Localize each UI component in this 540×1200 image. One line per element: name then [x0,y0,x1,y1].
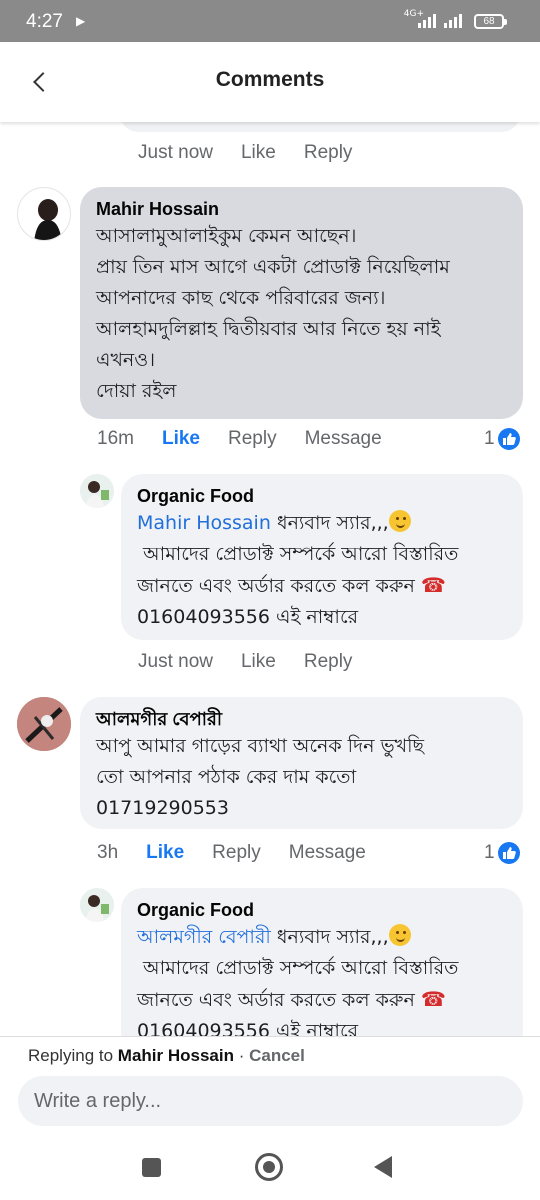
comment-author[interactable]: আলমগীর বেপারী [96,707,507,731]
comment-actions: 3h Like Reply Message [97,842,394,864]
page-title: Comments [215,68,325,91]
reply-button[interactable]: Reply [212,842,261,864]
comment-text: আলমগীর বেপারী ধন্যবাদ স্যার,,, আমাদের প্… [137,924,459,1036]
avatar[interactable] [80,888,114,922]
message-button[interactable]: Message [305,428,382,450]
message-button[interactable]: Message [289,842,366,864]
comment-time: Just now [138,651,213,672]
comment-time: 3h [97,842,119,863]
like-button[interactable]: Like [241,142,276,164]
smiling-hearts-emoji-icon [388,924,411,946]
telephone-icon: ☎ [420,573,446,597]
signal-icon [418,14,436,28]
mention-tag[interactable]: আলমগীর বেপারী [137,926,271,948]
comment-time: Just now [138,142,213,163]
status-bar: 4:27 ▶ 4G+ 68 [0,0,540,42]
home-icon[interactable] [255,1153,283,1181]
comment-text: আপু আমার গাড়ের ব্যাথা অনেক দিন ভুখছি তো… [96,735,425,819]
reply-bubble[interactable]: Organic Food Mahir Hossain ধন্যবাদ স্যার… [121,474,523,640]
reply-button[interactable]: Reply [228,428,277,450]
avatar[interactable] [17,697,71,751]
mention-tag[interactable]: Mahir Hossain [137,512,271,534]
comment-bubble[interactable]: আলমগীর বেপারী আপু আমার গাড়ের ব্যাথা অনে… [80,697,523,829]
signal-icon-2 [444,14,462,28]
reaction-count[interactable]: 1 [484,842,520,864]
status-time: 4:27 [26,11,63,32]
reply-composer[interactable] [18,1076,523,1126]
comment-author[interactable]: Organic Food [137,898,507,922]
comment-text: আসালামুআলাইকুম কেমন আছেন। প্রায় তিন মাস… [96,225,450,402]
like-button[interactable]: Like [146,842,184,864]
avatar[interactable] [80,474,114,508]
like-button[interactable]: Like [162,428,200,450]
reaction-count[interactable]: 1 [484,428,520,450]
recent-apps-icon[interactable] [142,1158,161,1177]
battery-icon: 68 [474,14,507,29]
reply-actions: Just now Like Reply [138,651,380,673]
replying-to-bar: Replying to Mahir Hossain · Cancel [0,1036,540,1076]
telephone-icon: ☎ [420,987,446,1011]
avatar[interactable] [17,187,71,241]
like-button[interactable]: Like [241,651,276,673]
comments-list[interactable]: Just now Like Reply Mahir Hossain আসালাম… [0,122,540,1036]
reply-button[interactable]: Reply [304,142,353,164]
comment-time: 16m [97,428,134,449]
play-icon: ▶ [76,14,86,28]
cancel-reply-button[interactable]: Cancel [249,1046,305,1065]
reply-input[interactable] [18,1076,523,1126]
reply-bubble[interactable]: Organic Food আলমগীর বেপারী ধন্যবাদ স্যার… [121,888,523,1036]
replying-to-text: Replying to Mahir Hossain · Cancel [28,1046,305,1065]
previous-comment-bubble [120,122,520,132]
back-triangle-icon[interactable] [374,1156,392,1178]
header: Comments [0,42,540,122]
previous-comment-meta: Just now Like Reply [138,142,380,164]
system-navigation-bar [0,1136,540,1200]
comment-text: Mahir Hossain ধন্যবাদ স্যার,,, আমাদের প্… [137,510,459,628]
comment-bubble[interactable]: Mahir Hossain আসালামুআলাইকুম কেমন আছেন। … [80,187,523,419]
comment-author[interactable]: Mahir Hossain [96,197,507,221]
smiling-hearts-emoji-icon [388,510,411,532]
like-reaction-icon [497,842,520,864]
reply-button[interactable]: Reply [304,651,353,673]
comment-author[interactable]: Organic Food [137,484,507,508]
comment-actions: 16m Like Reply Message [97,428,410,450]
like-reaction-icon [497,428,520,450]
